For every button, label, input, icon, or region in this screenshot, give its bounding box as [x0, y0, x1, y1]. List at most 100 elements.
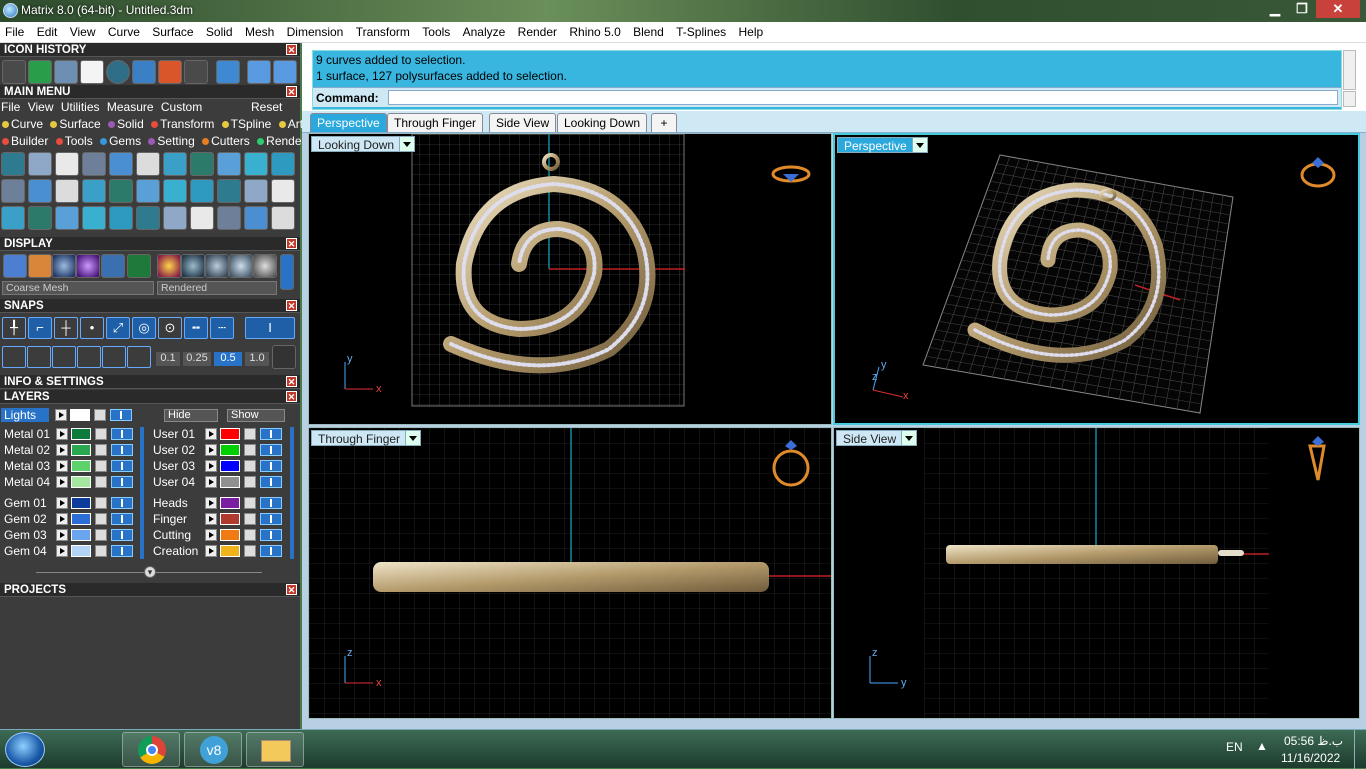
language-indicator[interactable]: EN [1226, 740, 1243, 754]
tool-tool-icon[interactable] [244, 206, 268, 230]
close-button[interactable]: ✕ [1316, 0, 1360, 18]
wireframe-icon[interactable] [3, 254, 27, 278]
lock-icon[interactable] [244, 476, 256, 488]
layer-row[interactable]: Metal 04 [1, 475, 146, 489]
layer-color-swatch[interactable] [71, 513, 91, 525]
snap-point-icon[interactable]: ┼ [54, 317, 78, 339]
cat-setting[interactable]: Setting [148, 134, 195, 148]
menu-render[interactable]: Render [513, 22, 561, 39]
visibility-icon[interactable] [260, 460, 282, 472]
cylinder-tool-icon[interactable] [136, 179, 160, 203]
layer-color-swatch[interactable] [71, 460, 91, 472]
layer-color-swatch[interactable] [71, 476, 91, 488]
layer-arrow-icon[interactable] [56, 497, 68, 509]
menu-analyze[interactable]: Analyze [458, 22, 510, 39]
layer-arrow-icon[interactable] [205, 444, 217, 456]
layer-row[interactable]: Metal 03 [1, 459, 146, 473]
gravity-tool-icon[interactable] [271, 179, 295, 203]
lock-icon[interactable] [244, 513, 256, 525]
layer-color-swatch[interactable] [220, 476, 240, 488]
lock-icon[interactable] [95, 529, 107, 541]
monitor-icon[interactable] [54, 60, 78, 84]
visibility-icon[interactable] [260, 529, 282, 541]
layer-row[interactable]: Finger [150, 512, 295, 526]
start-button[interactable] [5, 732, 45, 767]
snake-tool-icon[interactable] [190, 152, 214, 176]
lock-icon[interactable] [244, 529, 256, 541]
cylinder-tool-icon[interactable] [28, 206, 52, 230]
layer-arrow-icon[interactable] [56, 460, 68, 472]
viewport-label-side-view[interactable]: Side View [836, 430, 918, 446]
pattern-tool-icon[interactable] [217, 206, 241, 230]
ghost-icon[interactable] [28, 254, 52, 278]
cat-render[interactable]: Render [257, 134, 306, 148]
node-tool-icon[interactable] [109, 179, 133, 203]
snake-tool-icon[interactable] [271, 206, 295, 230]
rendered-icon[interactable] [76, 254, 100, 278]
visibility-icon[interactable] [110, 409, 132, 421]
snap-toggle-button[interactable]: I [245, 317, 295, 339]
gravity-tool-icon[interactable] [163, 206, 187, 230]
layer-color-swatch[interactable] [71, 545, 91, 557]
mm-utilities[interactable]: Utilities [61, 100, 100, 114]
tab-side-view[interactable]: Side View [489, 113, 557, 132]
layer-row[interactable]: Cutting [150, 528, 295, 542]
visibility-icon[interactable] [111, 529, 133, 541]
scale-arrows-icon[interactable] [184, 60, 208, 84]
grid-select-icon[interactable] [28, 60, 52, 84]
gem-tool-icon[interactable] [82, 206, 106, 230]
menu-curve[interactable]: Curve [103, 22, 144, 39]
show-button[interactable]: Show [227, 409, 285, 422]
mm-view[interactable]: View [28, 100, 54, 114]
layer-arrow-icon[interactable] [56, 545, 68, 557]
layer-row[interactable]: User 03 [150, 459, 295, 473]
nav-tool-icon[interactable] [217, 179, 241, 203]
hatch-icon[interactable] [77, 346, 101, 368]
tray-arrow-icon[interactable]: ▲ [1256, 739, 1268, 753]
layer-row[interactable]: Gem 02 [1, 512, 146, 526]
expand-icon[interactable]: ▾ [144, 566, 156, 578]
snap-0-5[interactable]: 0.5 [214, 352, 242, 366]
cat-curve[interactable]: Curve [2, 117, 43, 131]
display-toggle-icon[interactable] [280, 254, 294, 290]
network-icon[interactable] [2, 60, 26, 84]
pattern-tool-icon[interactable] [136, 152, 160, 176]
layer-arrow-icon[interactable] [56, 476, 68, 488]
layer-row[interactable]: Gem 04 [1, 544, 146, 558]
lights-layer[interactable]: Lights [1, 408, 49, 422]
viewport-through-finger[interactable]: z x Through Finger [308, 427, 832, 719]
layer-color-swatch[interactable] [220, 444, 240, 456]
snap-quad-icon[interactable]: ┄ [210, 317, 234, 339]
lock-icon[interactable] [95, 545, 107, 557]
cat-tspline[interactable]: TSpline [221, 117, 271, 131]
restore-button[interactable]: ❐ [1289, 0, 1315, 18]
material-gold-icon[interactable] [157, 254, 181, 278]
measure-icon[interactable] [102, 346, 126, 368]
viewport-label-looking-down[interactable]: Looking Down [311, 136, 416, 152]
layer-arrow-icon[interactable] [205, 529, 217, 541]
layer-color-swatch[interactable] [71, 444, 91, 456]
snap-grid-icon[interactable] [272, 345, 296, 369]
cat-builder[interactable]: Builder [2, 134, 48, 148]
visibility-icon[interactable] [260, 513, 282, 525]
visibility-icon[interactable] [111, 545, 133, 557]
command-scrollbar[interactable] [1343, 50, 1356, 90]
layer-arrow-icon[interactable] [205, 545, 217, 557]
node-tool-icon[interactable] [1, 206, 25, 230]
visibility-icon[interactable] [111, 476, 133, 488]
mm-file[interactable]: File [1, 100, 20, 114]
cube-tool-icon[interactable] [271, 152, 295, 176]
layer-arrow-icon[interactable] [205, 476, 217, 488]
snap-near-icon[interactable]: ⌐ [28, 317, 52, 339]
menu-tools[interactable]: Tools [417, 22, 454, 39]
lock-icon[interactable] [94, 409, 106, 421]
explorer-app-icon[interactable] [246, 732, 304, 767]
snake-tool-icon[interactable] [82, 179, 106, 203]
material-sphere-icon[interactable] [181, 254, 205, 278]
cat-cutters[interactable]: Cutters [202, 134, 250, 148]
perspective-icon[interactable] [132, 60, 156, 84]
visibility-icon[interactable] [111, 444, 133, 456]
matrix-logo-icon[interactable] [106, 60, 130, 84]
render-mode-select[interactable]: Rendered [157, 281, 277, 295]
close-icon[interactable]: ✕ [286, 391, 297, 402]
